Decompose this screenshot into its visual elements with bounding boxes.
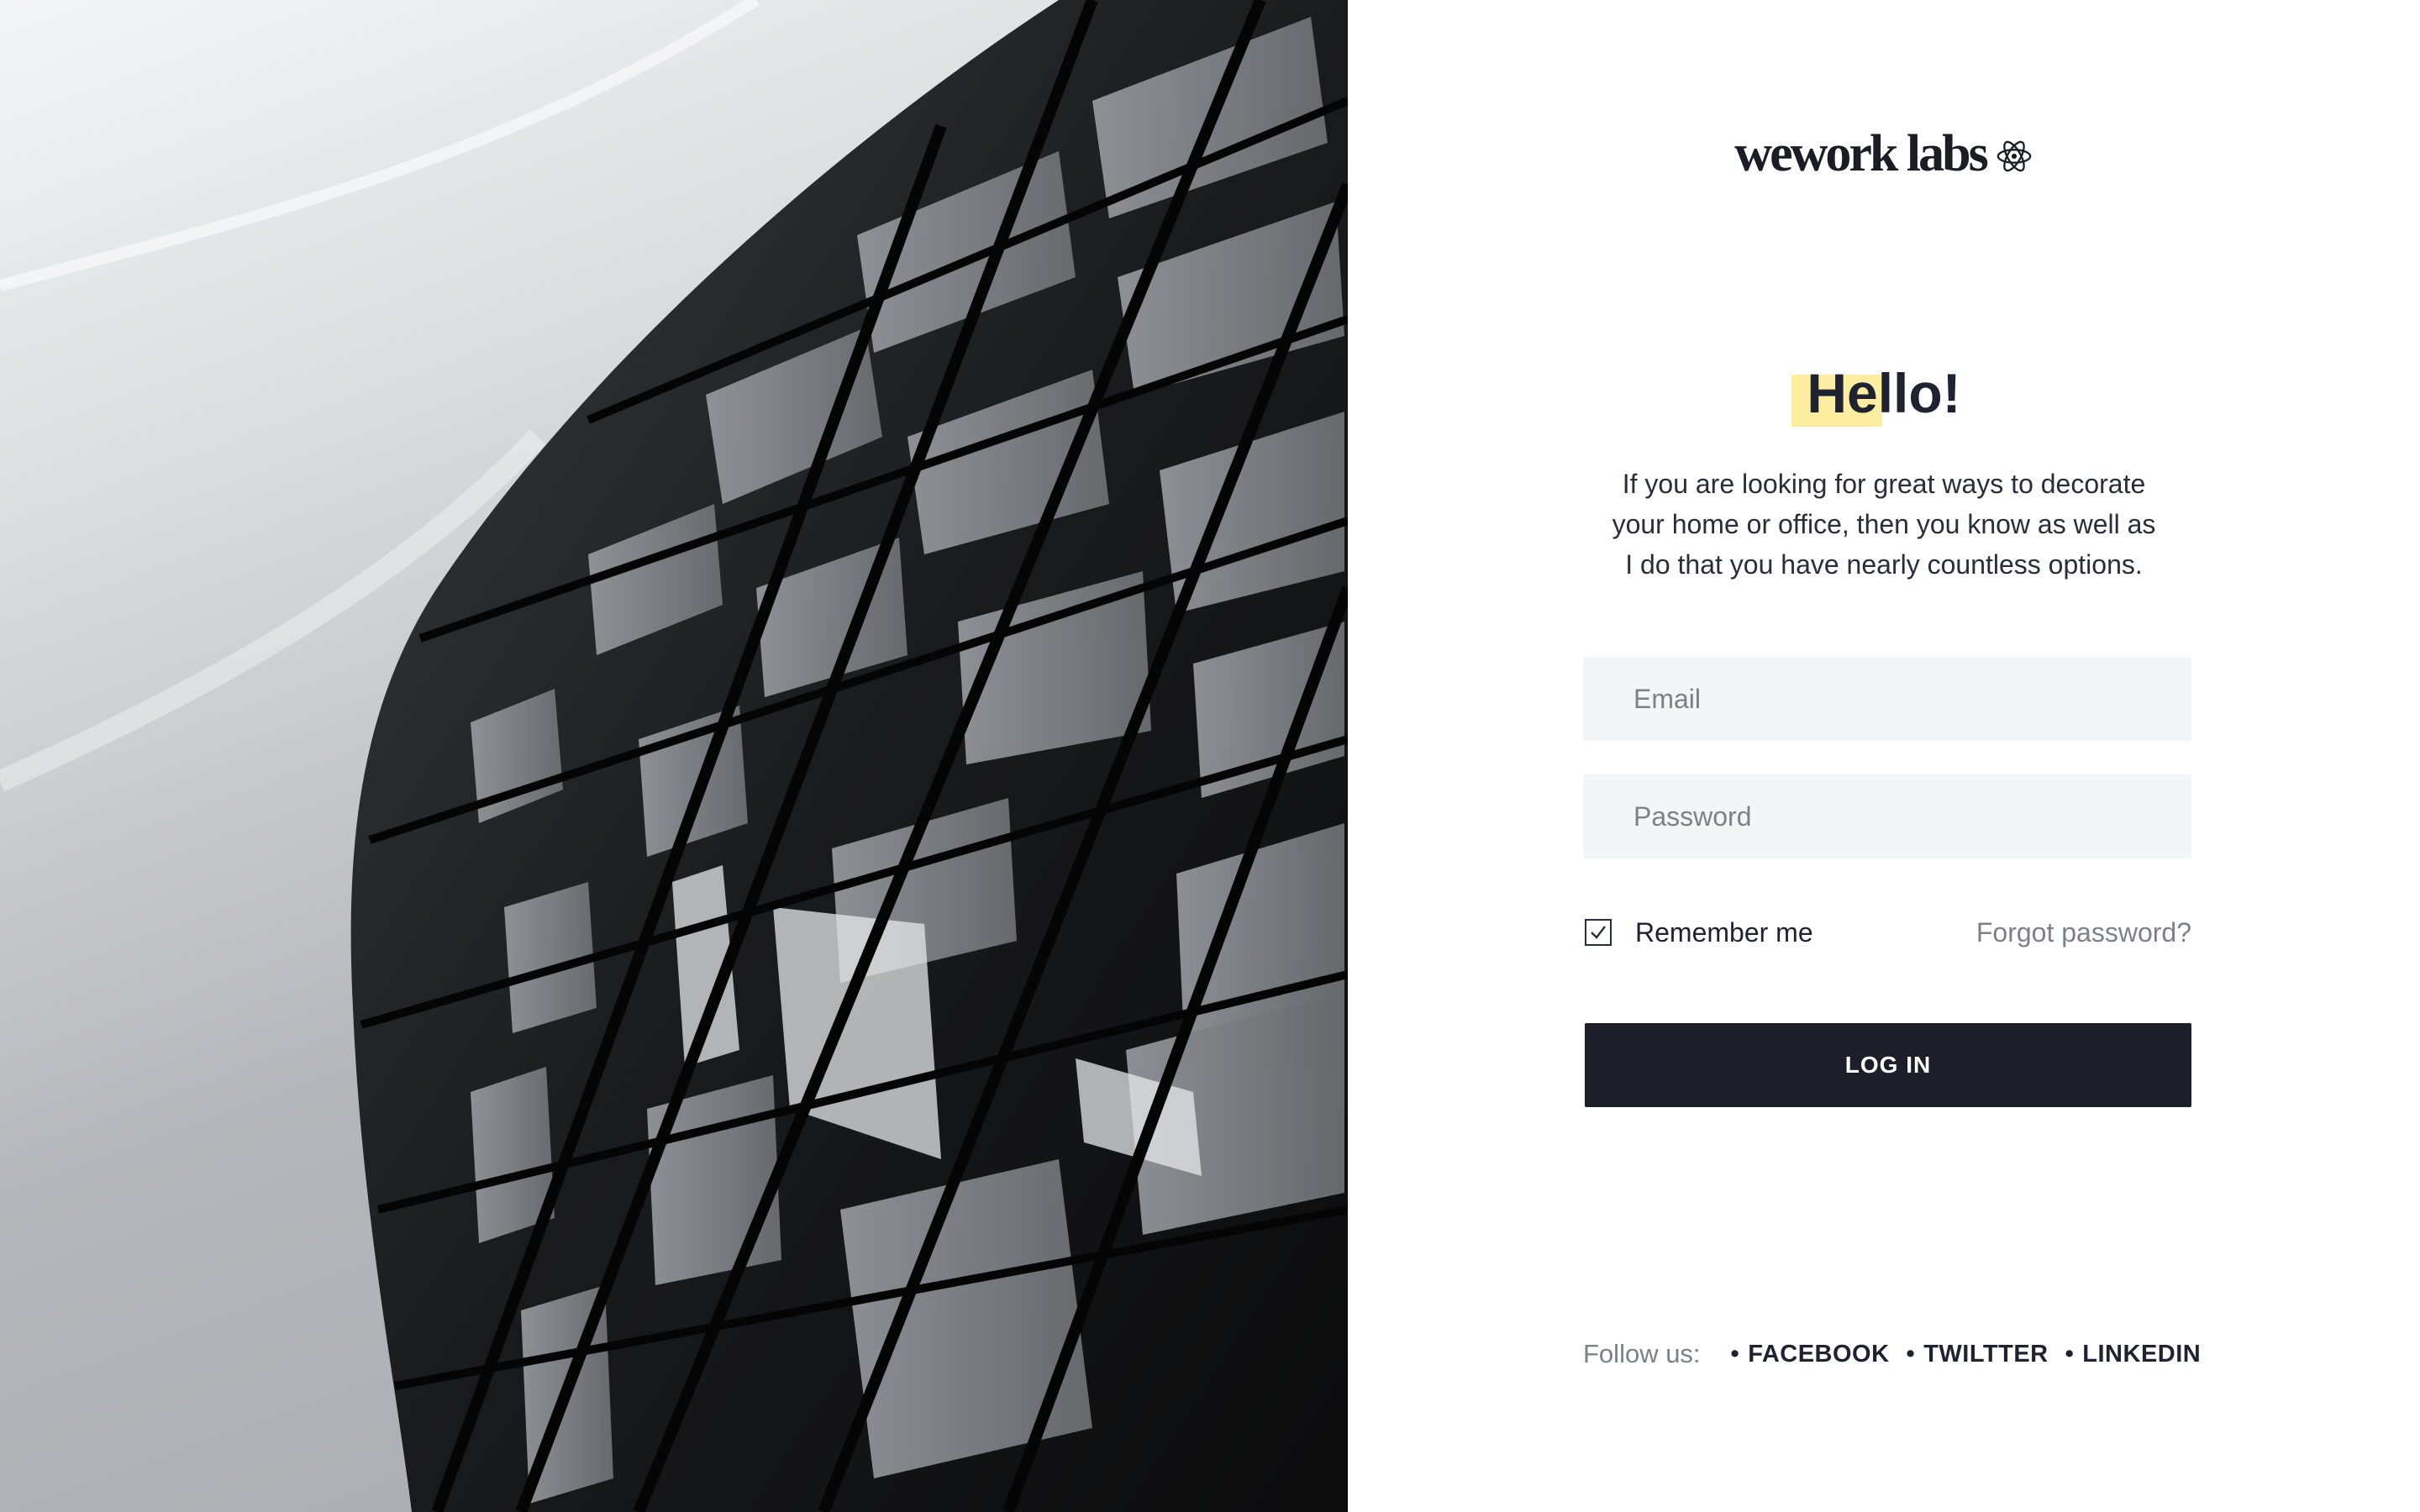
bullet: •: [1730, 1340, 1740, 1368]
social-footer: Follow us: • FACEBOOK • TWILTTER • LINKEDIN: [1583, 1339, 2201, 1369]
hero-building-image: [0, 0, 1348, 1512]
login-page: wework labs Hello! If you are looking fo…: [0, 0, 2420, 1512]
intro-line: I do that you have nearly countless opti…: [1625, 549, 2143, 580]
remember-me-checkbox[interactable]: [1585, 919, 1612, 946]
building-photo: [0, 0, 1348, 1512]
intro-line: If you are looking for great ways to dec…: [1622, 469, 2146, 499]
login-options: Remember me Forgot password?: [1585, 916, 2191, 949]
facebook-label: FACEBOOK: [1748, 1340, 1890, 1368]
bullet: •: [2065, 1340, 2075, 1368]
atom-icon: [1996, 140, 2032, 171]
login-panel: wework labs Hello! If you are looking fo…: [1348, 0, 2420, 1512]
linkedin-link[interactable]: • LINKEDIN: [2065, 1341, 2202, 1368]
twitter-label: TWILTTER: [1923, 1340, 2049, 1368]
follow-us-label: Follow us:: [1583, 1339, 1701, 1368]
email-field[interactable]: [1583, 657, 2191, 741]
intro-paragraph: If you are looking for great ways to dec…: [1348, 464, 2420, 585]
social-links: • FACEBOOK • TWILTTER • LINKEDIN: [1731, 1341, 2202, 1368]
remember-me-label: Remember me: [1635, 916, 1813, 948]
greeting-heading: Hello!: [1348, 361, 2420, 427]
password-field[interactable]: [1583, 774, 2191, 858]
checkmark-icon: [1591, 926, 1606, 939]
linkedin-label: LINKEDIN: [2082, 1340, 2202, 1368]
logo-wordmark: wework labs: [1734, 125, 1988, 182]
login-button[interactable]: LOG IN: [1585, 1023, 2191, 1107]
facebook-link[interactable]: • FACEBOOK: [1731, 1341, 1890, 1368]
remember-me-toggle[interactable]: Remember me: [1585, 917, 1813, 948]
forgot-password-link[interactable]: Forgot password?: [1976, 917, 2191, 948]
brand-logo: wework labs: [1348, 124, 2420, 184]
bullet: •: [1906, 1340, 1916, 1368]
intro-line: your home or office, then you know as we…: [1612, 509, 2156, 539]
twitter-link[interactable]: • TWILTTER: [1907, 1341, 2049, 1368]
